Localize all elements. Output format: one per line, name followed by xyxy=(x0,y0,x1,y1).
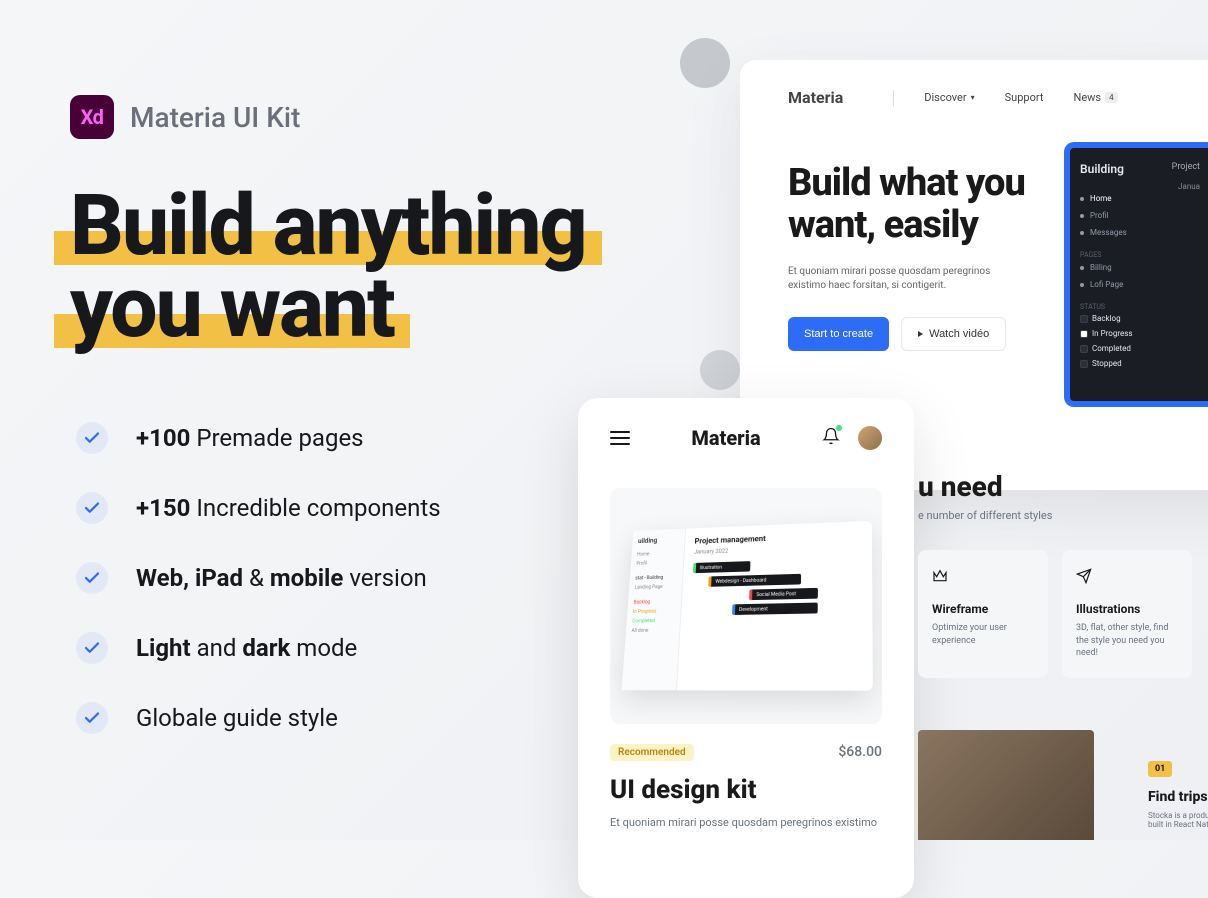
feature-item: Globale guide style xyxy=(76,702,640,734)
dd-status-item[interactable]: Completed xyxy=(1080,341,1198,356)
feature-card-illustrations[interactable]: Illustrations 3D, flat, other style, fin… xyxy=(1062,550,1192,678)
card-desc: 3D, flat, other style, find the style yo… xyxy=(1076,622,1178,660)
card-desc: Optimize your user experience xyxy=(932,622,1034,647)
dd-section-label: Pages xyxy=(1080,251,1198,259)
dark-dashboard-preview: Building Project Janua Home Profil Messa… xyxy=(1064,142,1208,407)
dd-status-item[interactable]: Backlog xyxy=(1080,311,1198,326)
feature-item: Web, iPad & mobile version xyxy=(76,562,640,594)
gantt-bar: Development xyxy=(691,602,862,616)
gantt-bar: Webdesign - Dashboard xyxy=(692,572,862,587)
paper-plane-icon xyxy=(1076,568,1178,588)
features-list: +100 Premade pages +150 Incredible compo… xyxy=(70,422,640,734)
decorative-circle xyxy=(680,38,730,88)
mobile-logo: Materia xyxy=(691,426,760,450)
dd-nav-item[interactable]: Home xyxy=(1080,190,1198,207)
dd-page-item[interactable]: Billing xyxy=(1080,259,1198,276)
check-icon xyxy=(76,492,108,524)
feature-item: +150 Incredible components xyxy=(76,492,640,524)
check-icon xyxy=(76,702,108,734)
feature-item: Light and dark mode xyxy=(76,632,640,664)
trips-title: Find trips tha xyxy=(1148,789,1208,805)
nav-divider xyxy=(893,90,894,106)
trips-section: 01 Find trips tha Stocka is a producbuil… xyxy=(1148,756,1208,829)
preview-hero-title: Build what you want, easily xyxy=(788,163,1048,247)
section-what-you-need: u need e number of different styles Wire… xyxy=(918,470,1208,678)
product-desc: Et quoniam mirari posse quosdam peregrin… xyxy=(610,815,882,830)
headline: Build anything you want xyxy=(70,185,640,350)
hamburger-menu-icon[interactable] xyxy=(610,431,630,445)
hero-section: Xd Materia UI Kit Build anything you wan… xyxy=(70,95,640,734)
feature-text: +150 Incredible components xyxy=(136,494,441,522)
gantt-bar: Illustration xyxy=(693,557,862,573)
nav-item-news[interactable]: News4 xyxy=(1073,91,1117,104)
check-icon xyxy=(76,422,108,454)
crown-icon xyxy=(932,568,1034,588)
mobile-header: Materia xyxy=(610,426,882,450)
dd-nav-item[interactable]: Messages xyxy=(1080,224,1198,241)
brand-row: Xd Materia UI Kit xyxy=(70,95,640,139)
dd-status-item[interactable]: In Progress xyxy=(1080,326,1198,341)
trips-desc: Stocka is a producbuilt in React Nat xyxy=(1148,811,1208,829)
preview-hero-desc: Et quoniam mirari posse quosdam peregrin… xyxy=(788,265,1018,293)
feature-card-wireframe[interactable]: Wireframe Optimize your user experience xyxy=(918,550,1048,678)
mobile-preview-card: Materia uilding Home Profil stat - Build… xyxy=(578,398,914,898)
feature-item: +100 Premade pages xyxy=(76,422,640,454)
nav-item-support[interactable]: Support xyxy=(1005,91,1044,104)
card-title: Illustrations xyxy=(1076,602,1178,616)
product-price: $68.00 xyxy=(838,744,882,760)
mini-dashboard-preview: uilding Home Profil stat - Building Land… xyxy=(622,521,873,691)
gantt-bar: Social Media Post xyxy=(691,587,861,602)
dd-page-item[interactable]: Lofi Page xyxy=(1080,276,1198,293)
dd-project-label: Project xyxy=(1172,162,1200,172)
chevron-down-icon: ▾ xyxy=(971,93,975,102)
section-subtitle: e number of different styles xyxy=(918,509,1208,522)
feature-text: +100 Premade pages xyxy=(136,424,364,452)
feature-text: Globale guide style xyxy=(136,704,338,732)
feature-text: Web, iPad & mobile version xyxy=(136,564,427,592)
dd-nav-item[interactable]: Profil xyxy=(1080,207,1198,224)
watch-video-button[interactable]: Watch vidéo xyxy=(901,317,1006,351)
news-badge: 4 xyxy=(1105,92,1118,103)
start-create-button[interactable]: Start to create xyxy=(788,317,889,351)
section-title: u need xyxy=(918,470,1208,503)
recommended-badge: Recommended xyxy=(610,744,694,761)
headline-line-2: you want xyxy=(70,258,394,357)
product-name: Materia UI Kit xyxy=(130,101,300,134)
card-title: Wireframe xyxy=(932,602,1034,616)
mobile-product-image: uilding Home Profil stat - Building Land… xyxy=(610,488,882,724)
nav-item-discover[interactable]: Discover▾ xyxy=(924,91,974,104)
preview-nav: Materia Discover▾ Support News4 Fi xyxy=(788,88,1208,107)
preview-logo: Materia xyxy=(788,88,843,107)
dd-section-label: Status xyxy=(1080,303,1198,311)
feature-text: Light and dark mode xyxy=(136,634,357,662)
notification-bell-icon[interactable] xyxy=(822,427,840,449)
play-icon xyxy=(918,331,923,337)
user-avatar[interactable] xyxy=(858,426,882,450)
dd-month: Janua xyxy=(1178,182,1200,191)
dd-status-item[interactable]: Stopped xyxy=(1080,356,1198,371)
check-icon xyxy=(76,632,108,664)
decorative-circle xyxy=(700,350,740,390)
product-title: UI design kit xyxy=(610,775,882,805)
photo-preview xyxy=(918,730,1094,840)
adobe-xd-icon: Xd xyxy=(70,95,114,139)
check-icon xyxy=(76,562,108,594)
trips-number-badge: 01 xyxy=(1148,761,1172,777)
